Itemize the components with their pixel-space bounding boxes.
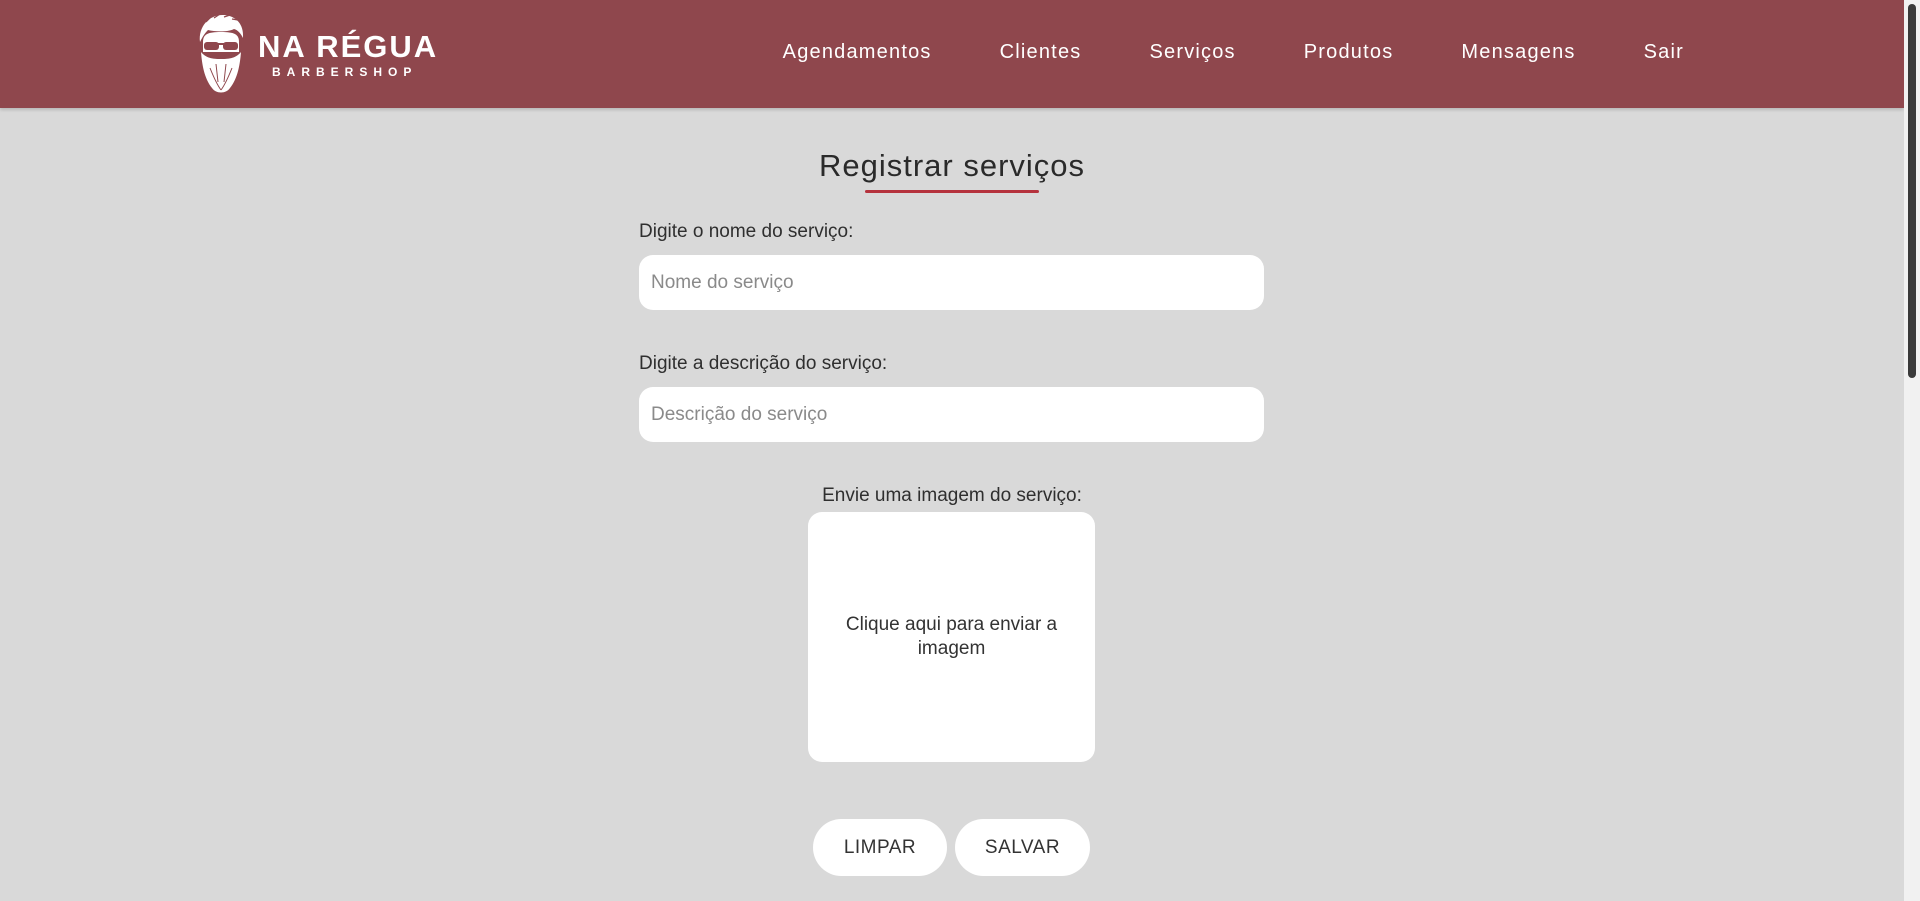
nav-item-clientes[interactable]: Clientes (1000, 41, 1082, 64)
bearded-man-icon (199, 13, 244, 93)
service-name-input[interactable] (639, 255, 1264, 310)
upload-instruction: Clique aqui para enviar a imagem (845, 614, 1058, 659)
service-description-input[interactable] (639, 387, 1264, 442)
brand-subtitle: BARBERSHOP (272, 65, 418, 79)
title-section: Registrar serviços (0, 146, 1904, 193)
service-image-label: Envie uma imagem do serviço: (822, 485, 1082, 506)
header: NA RÉGUA BARBERSHOP Agendamentos Cliente… (0, 0, 1904, 108)
title-underline (865, 190, 1039, 193)
save-button[interactable]: SALVAR (955, 819, 1090, 876)
page: NA RÉGUA BARBERSHOP Agendamentos Cliente… (0, 0, 1920, 901)
main-nav: Agendamentos Clientes Serviços Produtos … (715, 0, 1684, 104)
clear-button[interactable]: LIMPAR (813, 819, 947, 876)
nav-item-sair[interactable]: Sair (1644, 41, 1684, 64)
nav-item-mensagens[interactable]: Mensagens (1461, 41, 1575, 64)
image-upload-area[interactable]: Clique aqui para enviar a imagem (808, 512, 1095, 762)
nav-item-produtos[interactable]: Produtos (1304, 41, 1394, 64)
vertical-scrollbar[interactable] (1904, 0, 1920, 901)
nav-item-agendamentos[interactable]: Agendamentos (783, 41, 932, 64)
service-name-label: Digite o nome do serviço: (639, 221, 854, 242)
page-title: Registrar serviços (818, 148, 1086, 183)
nav-item-servicos[interactable]: Serviços (1149, 41, 1235, 64)
brand-text: NA RÉGUA BARBERSHOP (258, 30, 438, 80)
service-description-label: Digite a descrição do serviço: (639, 353, 888, 374)
brand-logo[interactable]: NA RÉGUA BARBERSHOP (194, 12, 438, 98)
scrollbar-thumb[interactable] (1908, 4, 1916, 378)
brand-title: NA RÉGUA (258, 29, 439, 64)
